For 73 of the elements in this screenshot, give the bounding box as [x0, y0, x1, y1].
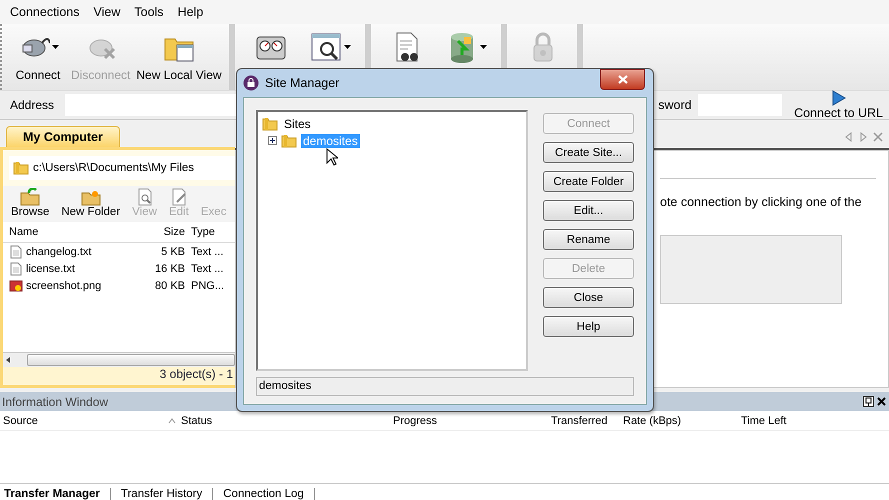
caret-icon	[480, 45, 488, 49]
column-header[interactable]: Type	[185, 226, 235, 238]
bottom-tab[interactable]: Transfer Manager	[0, 488, 111, 500]
dialog-button[interactable]: Rename	[543, 229, 634, 250]
expand-toggle[interactable]	[268, 136, 277, 145]
window-magnifier-icon	[312, 34, 341, 60]
file-name: license.txt	[26, 262, 75, 274]
dialog-button[interactable]: Close	[543, 287, 634, 308]
file-name: screenshot.png	[26, 280, 102, 292]
menu-item[interactable]: Help	[178, 5, 204, 19]
bottom-tab[interactable]: Transfer History	[110, 488, 214, 500]
password-label: sword	[658, 98, 693, 112]
toolbar-button[interactable]: New Folder	[59, 188, 122, 218]
file-type: PNG...	[190, 280, 226, 292]
image-file-icon	[9, 278, 23, 292]
menu-item[interactable]: View	[94, 5, 120, 19]
mouse-cursor-icon	[326, 148, 338, 166]
connect-to-url-button[interactable]: Connect to URL	[788, 89, 889, 121]
column-header[interactable]: Source	[3, 414, 38, 426]
path-text: c:\Users\R\Documents\My Files	[33, 162, 194, 174]
plug-cross-icon	[89, 40, 116, 60]
toolbar-button[interactable]: Connect	[10, 28, 66, 82]
caret-icon	[52, 45, 58, 49]
folder-window-icon	[164, 38, 194, 62]
status-text: 3 object(s) - 1	[160, 367, 233, 381]
play-icon	[832, 90, 846, 106]
folder-icon	[262, 116, 278, 132]
gauges-icon	[256, 36, 286, 60]
folder-arrow-icon	[20, 188, 40, 206]
tree-item[interactable]: Sites	[282, 116, 313, 130]
folder-star-icon	[80, 188, 101, 206]
file-type: Text ...	[190, 246, 224, 258]
bottom-tab[interactable]: Connection Log	[213, 488, 315, 500]
column-header[interactable]: Rate (kBps)	[623, 414, 682, 426]
close-icon	[618, 75, 628, 84]
toolbar-button[interactable]: Browse	[9, 188, 52, 218]
dialog-button[interactable]: Create Folder	[543, 171, 634, 192]
column-header[interactable]: Status	[181, 414, 212, 426]
close-icon[interactable]	[876, 396, 887, 407]
scrollbar-thumb[interactable]	[27, 354, 235, 366]
folder-icon	[281, 132, 297, 148]
window-title: Information Window	[2, 394, 108, 408]
dialog-button[interactable]: Create Site...	[543, 142, 634, 163]
column-header[interactable]: Size	[143, 226, 185, 238]
file-size: 16 KB	[154, 262, 185, 274]
text-file-icon	[9, 262, 23, 276]
column-header[interactable]: Name	[3, 226, 143, 238]
dialog-button[interactable]: Help	[543, 316, 634, 337]
padlock-icon	[533, 32, 552, 62]
caret-icon	[344, 45, 352, 49]
file-size: 5 KB	[160, 246, 185, 258]
address-label: Address	[10, 98, 56, 112]
close-button[interactable]	[600, 69, 645, 90]
file-name: changelog.txt	[26, 246, 92, 258]
toolbar-button[interactable]: New Local View	[135, 28, 223, 82]
pin-icon[interactable]	[863, 396, 874, 407]
panel-tab[interactable]: My Computer	[6, 126, 120, 147]
dialog-button[interactable]: Edit...	[543, 200, 634, 221]
message-text: ote connection by clicking one of the	[660, 195, 863, 209]
file-size: 80 KB	[154, 280, 185, 292]
menu-item[interactable]: Tools	[134, 5, 164, 19]
text-file-icon	[9, 244, 23, 258]
plug-icon	[22, 38, 50, 56]
status-field: demosites	[256, 377, 634, 396]
menu-item[interactable]: Connections	[10, 5, 80, 19]
cylinder-icon	[451, 33, 474, 63]
dialog-title: Site Manager	[265, 76, 340, 90]
folder-icon	[13, 160, 29, 176]
column-header[interactable]: Time Left	[741, 414, 786, 426]
padlock-icon	[243, 75, 259, 91]
column-header[interactable]: Progress	[393, 414, 438, 426]
column-header[interactable]: Transferred	[551, 414, 608, 426]
file-type: Text ...	[190, 262, 224, 274]
